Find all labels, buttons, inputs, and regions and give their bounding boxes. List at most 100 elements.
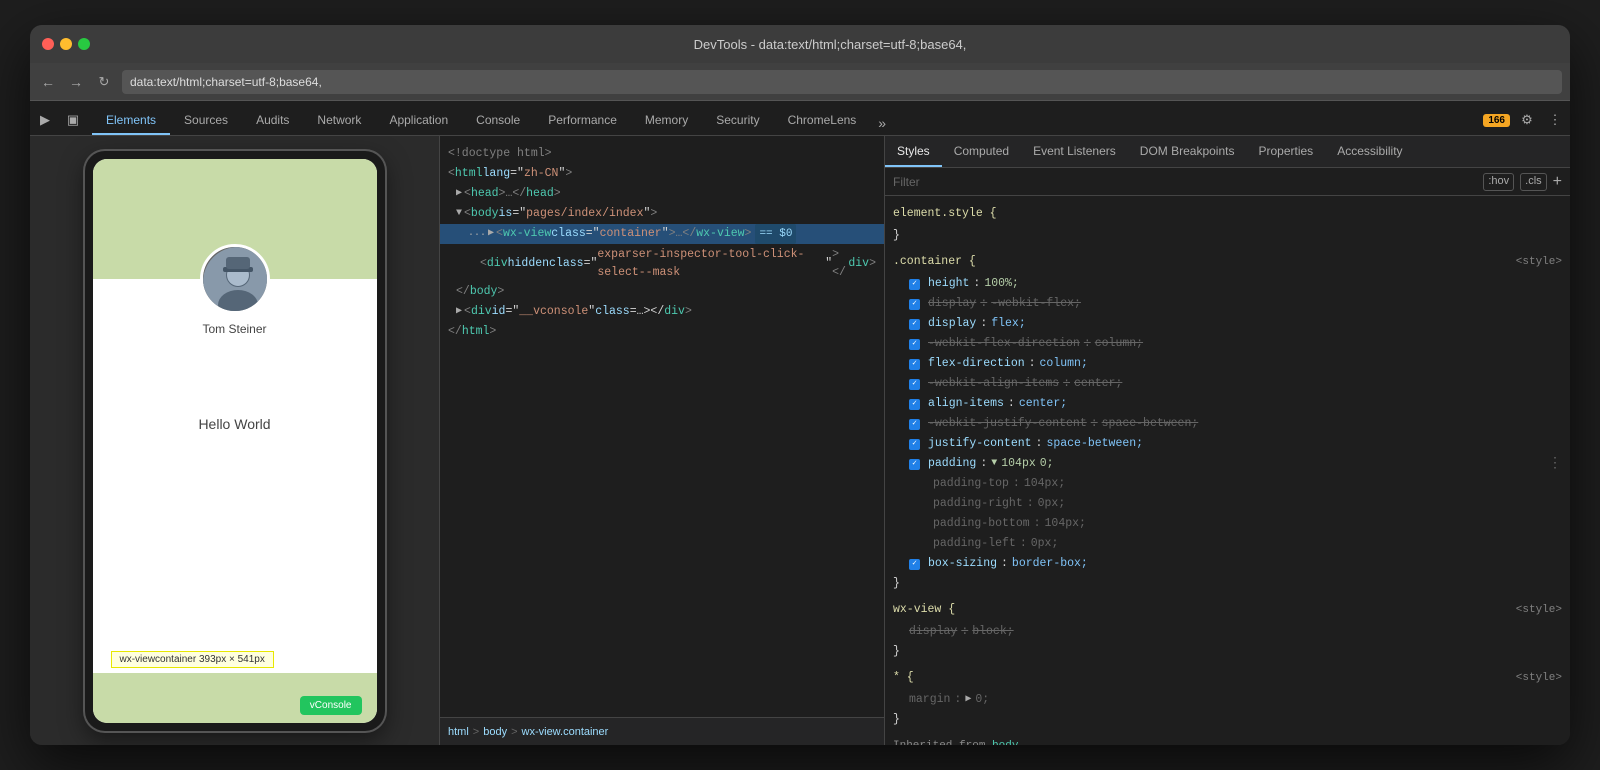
css-checkbox[interactable]: ✓ — [909, 279, 920, 290]
dom-line-vconsole[interactable]: ▶ <div id="__vconsole" class=…></div> — [440, 302, 884, 322]
cls-filter-btn[interactable]: .cls — [1520, 173, 1547, 191]
hello-world-text: Hello World — [198, 416, 270, 432]
more-options-icon[interactable]: ⋮ — [1544, 109, 1566, 131]
css-content: element.style { } .container { <style> ✓… — [885, 196, 1570, 745]
css-align-items-row: ✓ align-items : center; — [885, 394, 1570, 414]
dom-line-doctype[interactable]: <!doctype html> — [440, 144, 884, 164]
filter-input[interactable] — [893, 175, 1477, 189]
mobile-footer: wx-viewcontainer 393px × 541px vConsole — [93, 673, 377, 723]
star-close: } — [885, 710, 1570, 730]
tab-security[interactable]: Security — [702, 107, 773, 135]
css-padding-row: ✓ padding : ▼ 104px 0; ⋮ — [885, 454, 1570, 474]
minimize-button[interactable] — [60, 38, 72, 50]
traffic-lights — [42, 38, 90, 50]
dom-line-body-close[interactable]: </body> — [440, 282, 884, 302]
back-button[interactable]: ← — [38, 72, 58, 92]
more-tabs-button[interactable]: » — [870, 111, 894, 135]
dom-line-html[interactable]: <html lang="zh-CN"> — [440, 164, 884, 184]
devtools-tabs: ▶ ▣ Elements Sources Audits Network Appl… — [30, 101, 1570, 136]
more-options-icon[interactable]: ⋮ — [1548, 454, 1562, 474]
dom-panel: <!doctype html> <html lang="zh-CN"> ▶<he… — [440, 136, 885, 745]
css-checkbox[interactable]: ✓ — [909, 399, 920, 410]
breadcrumb-body[interactable]: body — [483, 726, 507, 738]
css-checkbox[interactable]: ✓ — [909, 459, 920, 470]
hov-filter-btn[interactable]: :hov — [1483, 173, 1514, 191]
address-bar[interactable]: data:text/html;charset=utf-8;base64, — [122, 70, 1562, 94]
mobile-body: Tom Steiner Hello World — [93, 279, 377, 673]
container-rule: .container { <style> ✓ height : 100%; ✓ … — [885, 248, 1570, 596]
mobile-frame: Tom Steiner Hello World wx-viewcontainer… — [85, 151, 385, 731]
tab-console[interactable]: Console — [462, 107, 534, 135]
css-checkbox[interactable]: ✓ — [909, 299, 920, 310]
tab-network[interactable]: Network — [303, 107, 375, 135]
filter-buttons: :hov .cls + — [1483, 173, 1562, 191]
tab-properties[interactable]: Properties — [1246, 136, 1325, 167]
title-bar: DevTools - data:text/html;charset=utf-8;… — [30, 25, 1570, 63]
dom-line-div-mask[interactable]: <div hidden class="exparser-inspector-to… — [440, 244, 884, 282]
tab-audits[interactable]: Audits — [242, 107, 303, 135]
tab-dom-breakpoints[interactable]: DOM Breakpoints — [1128, 136, 1247, 167]
device-toolbar-icon[interactable]: ▣ — [62, 109, 84, 131]
window-title: DevTools - data:text/html;charset=utf-8;… — [102, 37, 1558, 52]
star-rule: * { <style> margin : ▶ 0; } — [885, 664, 1570, 732]
tab-memory[interactable]: Memory — [631, 107, 702, 135]
css-checkbox[interactable]: ✓ — [909, 339, 920, 350]
css-flex-dir-row: ✓ flex-direction : column; — [885, 354, 1570, 374]
vconsole-button[interactable]: vConsole — [300, 696, 362, 715]
username-label: Tom Steiner — [202, 322, 266, 336]
devtools-window: DevTools - data:text/html;charset=utf-8;… — [30, 25, 1570, 745]
tab-performance[interactable]: Performance — [534, 107, 631, 135]
breadcrumb: html > body > wx-view.container — [440, 717, 884, 745]
tab-computed[interactable]: Computed — [942, 136, 1021, 167]
inherited-selector: body — [992, 740, 1018, 745]
browser-bar: ← → ↻ data:text/html;charset=utf-8;base6… — [30, 63, 1570, 101]
css-padding-bottom-row: padding-bottom : 104px; — [885, 514, 1570, 534]
css-checkbox[interactable]: ✓ — [909, 359, 920, 370]
tab-elements[interactable]: Elements — [92, 107, 170, 135]
dom-line-body[interactable]: ▼<body is="pages/index/index"> — [440, 204, 884, 224]
element-highlight-box: wx-viewcontainer 393px × 541px — [111, 651, 274, 668]
tab-accessibility[interactable]: Accessibility — [1325, 136, 1414, 167]
styles-panel: Styles Computed Event Listeners DOM Brea… — [885, 136, 1570, 745]
css-display-row: ✓ display : flex; — [885, 314, 1570, 334]
dom-line-html-close[interactable]: </html> — [440, 322, 884, 342]
css-checkbox[interactable]: ✓ — [909, 559, 920, 570]
tab-sources[interactable]: Sources — [170, 107, 242, 135]
css-height-row: ✓ height : 100%; — [885, 274, 1570, 294]
warning-badge: 166 — [1483, 114, 1510, 127]
close-button[interactable] — [42, 38, 54, 50]
maximize-button[interactable] — [78, 38, 90, 50]
add-style-btn[interactable]: + — [1553, 173, 1562, 191]
tab-styles[interactable]: Styles — [885, 136, 942, 167]
dom-line-head[interactable]: ▶<head>…</head> — [440, 184, 884, 204]
reload-button[interactable]: ↻ — [94, 72, 114, 92]
tab-event-listeners[interactable]: Event Listeners — [1021, 136, 1128, 167]
css-padding-top-row: padding-top : 104px; — [885, 474, 1570, 494]
address-text: data:text/html;charset=utf-8;base64, — [130, 75, 322, 89]
breadcrumb-wxview[interactable]: wx-view.container — [522, 726, 609, 738]
css-checkbox[interactable]: ✓ — [909, 419, 920, 430]
inspect-element-icon[interactable]: ▶ — [34, 109, 56, 131]
css-box-sizing-row: ✓ box-sizing : border-box; — [885, 554, 1570, 574]
dom-line-wxview-selected[interactable]: ... ▶ <wx-view class="container">…</wx-v… — [440, 224, 884, 244]
css-webkit-flex-dir-row: ✓ -webkit-flex-direction : column; — [885, 334, 1570, 354]
tab-chromelens[interactable]: ChromeLens — [774, 107, 871, 135]
settings-icon[interactable]: ⚙ — [1516, 109, 1538, 131]
highlight-label: wx-viewcontainer 393px × 541px — [120, 654, 265, 665]
tab-application[interactable]: Application — [375, 107, 462, 135]
forward-button[interactable]: → — [66, 72, 86, 92]
wx-view-close: } — [885, 642, 1570, 662]
css-checkbox[interactable]: ✓ — [909, 439, 920, 450]
wx-view-rule: wx-view { <style> display : block; } — [885, 596, 1570, 664]
browser-preview: Tom Steiner Hello World wx-viewcontainer… — [30, 136, 440, 745]
css-checkbox[interactable]: ✓ — [909, 379, 920, 390]
css-display-webkit-row: ✓ display : -webkit-flex; — [885, 294, 1570, 314]
avatar-image — [203, 247, 267, 311]
dom-tree[interactable]: <!doctype html> <html lang="zh-CN"> ▶<he… — [440, 136, 884, 717]
avatar — [200, 244, 270, 314]
element-style-rule: element.style { } — [885, 200, 1570, 248]
star-selector: * { <style> — [885, 666, 1570, 690]
css-checkbox[interactable]: ✓ — [909, 319, 920, 330]
element-style-close: } — [885, 226, 1570, 246]
breadcrumb-html[interactable]: html — [448, 726, 469, 738]
